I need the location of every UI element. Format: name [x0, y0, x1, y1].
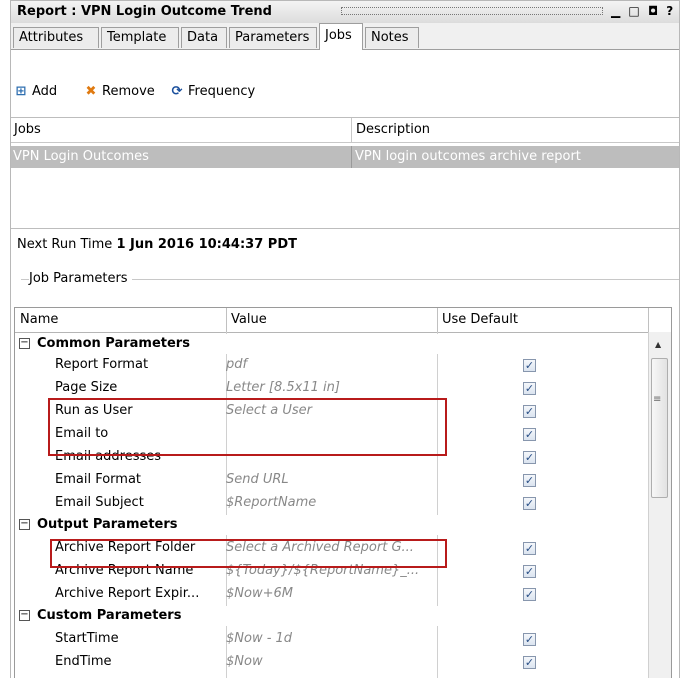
use-default-checkbox[interactable]: ✓	[523, 656, 536, 669]
param-value[interactable]: $Now - 1d	[226, 631, 292, 646]
tab-attributes[interactable]: Attributes	[13, 27, 99, 48]
tab-template[interactable]: Template	[101, 27, 179, 48]
param-value[interactable]: Send URL	[226, 472, 289, 487]
collapse-icon[interactable]: −	[19, 610, 30, 621]
column-header-name[interactable]: Name	[20, 312, 58, 327]
tab-data[interactable]: Data	[181, 27, 227, 48]
section-common-parameters[interactable]: − Common Parameters	[15, 334, 648, 354]
table-row[interactable]: EndTime $Now ✓	[15, 651, 648, 674]
add-icon: ⊞	[15, 84, 27, 99]
vertical-scrollbar[interactable]: ▲ ≡	[648, 332, 671, 678]
next-run-value: 1 Jun 2016 10:44:37 PDT	[116, 237, 297, 252]
tab-notes[interactable]: Notes	[365, 27, 419, 48]
use-default-checkbox[interactable]: ✓	[523, 359, 536, 372]
param-value[interactable]: $Now	[226, 654, 263, 669]
collapse-icon[interactable]: −	[19, 519, 30, 530]
use-default-checkbox[interactable]: ✓	[523, 474, 536, 487]
toolbar: ⊞ Add ✖ Remove ⟳ Frequency	[11, 50, 679, 116]
use-default-checkbox[interactable]: ✓	[523, 542, 536, 555]
add-label: Add	[32, 84, 58, 99]
tab-parameters[interactable]: Parameters	[229, 27, 317, 48]
section-custom-parameters[interactable]: − Custom Parameters	[15, 606, 648, 626]
param-value[interactable]: $Now+6M	[226, 586, 293, 601]
param-name: Email Subject	[55, 495, 144, 510]
restore-icon[interactable]: ◘	[648, 4, 660, 18]
parameters-table: Name Value Use Default − Common Paramete…	[14, 307, 672, 678]
jobs-table: Jobs Description VPN Login Outcomes VPN …	[11, 117, 679, 229]
table-row[interactable]: StartTime $Now - 1d ✓	[15, 628, 648, 651]
scrollbar-thumb[interactable]	[651, 358, 668, 498]
help-icon[interactable]: ?	[666, 4, 675, 18]
table-row[interactable]: Page Size Letter [8.5x11 in] ✓	[15, 377, 648, 400]
window-title: Report : VPN Login Outcome Trend	[17, 4, 272, 19]
use-default-checkbox[interactable]: ✓	[523, 451, 536, 464]
param-value[interactable]: $ReportName	[226, 495, 316, 510]
tab-bar: Attributes Template Data Parameters Jobs…	[11, 23, 679, 50]
param-name: Report Format	[55, 357, 149, 372]
use-default-checkbox[interactable]: ✓	[523, 633, 536, 646]
job-description-cell: VPN login outcomes archive report	[355, 149, 581, 164]
job-parameters-legend: Job Parameters	[29, 271, 132, 286]
jobs-table-header: Jobs Description	[11, 118, 679, 143]
scroll-up-icon[interactable]: ▲	[655, 340, 661, 349]
table-row[interactable]: Report Format pdf ✓	[15, 354, 648, 377]
use-default-checkbox[interactable]: ✓	[523, 405, 536, 418]
remove-label: Remove	[102, 84, 155, 99]
use-default-checkbox[interactable]: ✓	[523, 565, 536, 578]
next-run-time: Next Run Time 1 Jun 2016 10:44:37 PDT	[17, 237, 297, 252]
remove-button[interactable]: ✖ Remove	[83, 82, 155, 102]
use-default-checkbox[interactable]: ✓	[523, 497, 536, 510]
maximize-icon[interactable]: □	[628, 4, 641, 18]
table-row[interactable]: Email Format Send URL ✓	[15, 469, 648, 492]
param-value[interactable]: Letter [8.5x11 in]	[226, 380, 340, 395]
scroll-grip-icon: ≡	[653, 394, 662, 405]
highlight-box-run-as-user	[48, 398, 447, 456]
table-row[interactable]: Email Subject $ReportName ✓	[15, 492, 648, 515]
param-name: Archive Report Expir...	[55, 586, 200, 601]
collapse-icon[interactable]: −	[19, 338, 30, 349]
column-header-use-default[interactable]: Use Default	[442, 312, 518, 327]
job-name-cell: VPN Login Outcomes	[13, 149, 149, 164]
frequency-label: Frequency	[188, 84, 256, 99]
use-default-checkbox[interactable]: ✓	[523, 428, 536, 441]
title-bar: Report : VPN Login Outcome Trend ▁ □ ◘ ?	[11, 1, 679, 24]
refresh-icon: ⟳	[171, 84, 183, 99]
section-output-parameters[interactable]: − Output Parameters	[15, 515, 648, 535]
column-header-description[interactable]: Description	[356, 122, 430, 137]
parameters-table-header: Name Value Use Default	[15, 308, 671, 333]
param-value[interactable]: pdf	[226, 357, 247, 372]
remove-icon: ✖	[85, 84, 97, 99]
column-header-value[interactable]: Value	[231, 312, 267, 327]
column-header-jobs[interactable]: Jobs	[14, 122, 41, 137]
minimize-icon[interactable]: ▁	[611, 4, 622, 18]
param-name: EndTime	[55, 654, 112, 669]
param-name: Page Size	[55, 380, 118, 395]
param-name: StartTime	[55, 631, 119, 646]
table-row[interactable]: VPN Login Outcomes VPN login outcomes ar…	[11, 146, 679, 168]
drag-handle[interactable]	[341, 7, 603, 15]
use-default-checkbox[interactable]: ✓	[523, 588, 536, 601]
frequency-button[interactable]: ⟳ Frequency	[169, 82, 256, 102]
table-row[interactable]: Archive Report Expir... $Now+6M ✓	[15, 583, 648, 606]
tab-jobs[interactable]: Jobs	[319, 23, 363, 50]
param-name: Email Format	[55, 472, 142, 487]
highlight-box-archive-folder	[50, 539, 447, 568]
use-default-checkbox[interactable]: ✓	[523, 382, 536, 395]
add-button[interactable]: ⊞ Add	[13, 82, 58, 102]
next-run-label: Next Run Time	[17, 237, 113, 252]
